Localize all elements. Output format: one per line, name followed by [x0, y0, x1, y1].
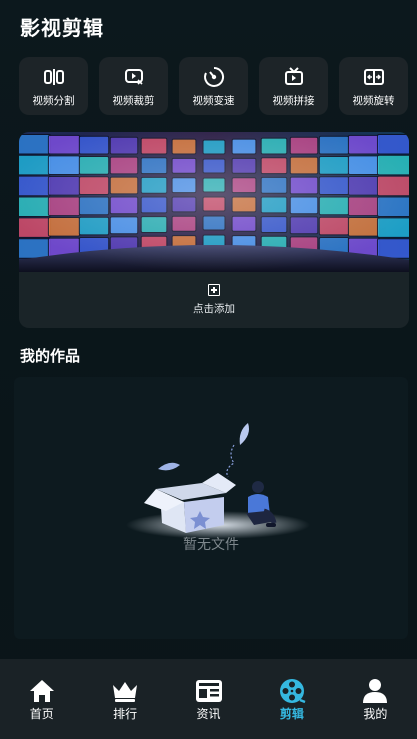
- crop-icon: [124, 68, 143, 85]
- video-wall-image: [19, 132, 409, 272]
- page: 影视剪辑 视频分割 视频裁剪 视频变速 视频拼接 视频旋转 点击添加 我的作品 …: [0, 0, 417, 739]
- section-title: 我的作品: [20, 347, 81, 365]
- tab-ranking[interactable]: 排行: [83, 659, 166, 739]
- home-icon: [29, 680, 54, 702]
- tab-label: 排行: [113, 707, 138, 721]
- tool-label: 视频变速: [192, 94, 235, 107]
- add-icon: [208, 284, 220, 296]
- crown-icon: [113, 682, 138, 702]
- tool-label: 视频旋转: [352, 94, 395, 107]
- tool-speed-button[interactable]: 视频变速: [179, 57, 248, 115]
- tool-rotate-button[interactable]: 视频旋转: [339, 57, 408, 115]
- tab-label: 剪辑: [279, 707, 304, 721]
- tool-label: 视频分割: [32, 94, 75, 107]
- page-title: 影视剪辑: [20, 16, 104, 40]
- speed-icon: [203, 66, 224, 87]
- tab-edit[interactable]: 剪辑: [250, 659, 333, 739]
- tab-home[interactable]: 首页: [0, 659, 83, 739]
- tool-label: 视频拼接: [272, 94, 315, 107]
- tab-news[interactable]: 资讯: [167, 659, 250, 739]
- rotate-icon: [363, 68, 384, 85]
- add-label: 点击添加: [193, 303, 235, 315]
- empty-state-text: 暂无文件: [183, 537, 239, 553]
- tool-join-button[interactable]: 视频拼接: [259, 57, 328, 115]
- add-video-card[interactable]: 点击添加: [19, 132, 409, 328]
- tool-label: 视频裁剪: [112, 94, 155, 107]
- join-icon: [284, 66, 303, 85]
- tool-crop-button[interactable]: 视频裁剪: [99, 57, 168, 115]
- tool-grid: 视频分割 视频裁剪 视频变速 视频拼接 视频旋转: [19, 57, 411, 115]
- film-reel-icon: [279, 679, 306, 704]
- tab-label: 资讯: [196, 707, 221, 721]
- tab-label: 我的: [363, 707, 388, 721]
- bottom-tabbar: 首页 排行 资讯 剪辑 我的: [0, 659, 417, 739]
- tab-mine[interactable]: 我的: [334, 659, 417, 739]
- tool-split-button[interactable]: 视频分割: [19, 57, 88, 115]
- tab-label: 首页: [29, 707, 54, 721]
- split-icon: [43, 68, 64, 85]
- news-icon: [195, 680, 222, 702]
- empty-box-illustration: [126, 423, 310, 539]
- user-icon: [363, 679, 388, 703]
- works-list: 暂无文件: [14, 377, 408, 639]
- add-video-area[interactable]: 点击添加: [19, 272, 409, 328]
